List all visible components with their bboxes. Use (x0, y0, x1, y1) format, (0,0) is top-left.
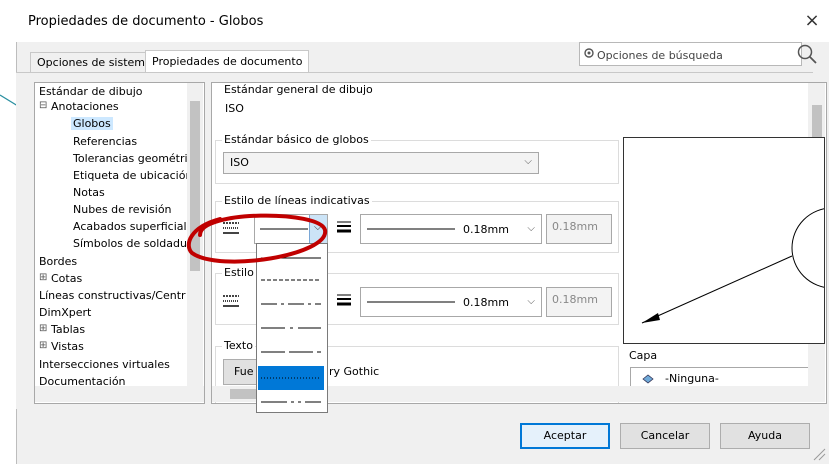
search-placeholder: Opciones de búsqueda (597, 49, 723, 62)
line-thickness-select[interactable]: 0.18mm ⌵ (360, 214, 542, 244)
tree-item-intersecciones[interactable]: Intersecciones virtuales (39, 358, 170, 371)
line-style-option[interactable] (258, 318, 324, 338)
window-title: Propiedades de documento - Globos (28, 14, 264, 29)
tree-item-etiqueta-ubicacion[interactable]: Etiqueta de ubicación (73, 169, 192, 182)
font-name: ry Gothic (329, 365, 380, 378)
annotation-ellipse (186, 213, 327, 264)
tab-opciones-sistema[interactable]: Opciones de sistema (30, 52, 159, 73)
chevron-down-icon: ⌵ (527, 296, 535, 307)
chevron-down-icon: ⌵ (527, 223, 535, 234)
base-standard-select[interactable]: ISO ⌵ (223, 152, 539, 174)
tree-item-dimxpert[interactable]: DimXpert (39, 306, 91, 319)
tree-item-simbolos-soldadura[interactable]: Símbolos de soldadur (73, 237, 191, 250)
expand-icon[interactable]: ⊞ (39, 272, 47, 283)
base-standard-label: Estándar básico de globos (222, 133, 371, 146)
custom-thickness-input[interactable]: 0.18mm (546, 214, 612, 244)
line-style-option[interactable] (258, 342, 324, 362)
resize-grip-icon[interactable] (812, 447, 826, 461)
general-standard-label: Estándar general de dibujo (222, 83, 375, 96)
layer-icon (642, 374, 654, 384)
tree-item-cotas[interactable]: Cotas (51, 272, 82, 285)
cancel-button[interactable]: Cancelar (620, 423, 710, 449)
frame-custom-thickness-value: 0.18mm (552, 293, 598, 306)
tree-item-referencias[interactable]: Referencias (73, 135, 137, 148)
tree-item-tolerancias[interactable]: Tolerancias geométrica (73, 152, 200, 165)
line-thickness-icon (337, 294, 351, 306)
tree-item-nubes-revision[interactable]: Nubes de revisión (73, 203, 172, 216)
preview-drawing (641, 207, 829, 324)
tree-item-anotaciones[interactable]: Anotaciones (51, 100, 119, 113)
close-icon[interactable]: × (800, 10, 824, 31)
tree-item-globos[interactable]: Globos (71, 117, 113, 130)
balloon-preview (623, 137, 829, 344)
expand-icon[interactable]: ⊞ (39, 340, 47, 351)
chevron-down-icon: ⌵ (524, 156, 532, 167)
tree-item-bordes[interactable]: Bordes (39, 255, 77, 268)
collapse-icon[interactable]: ⊟ (39, 100, 47, 111)
layer-value: -Ninguna- (665, 372, 719, 385)
tree-item-vistas[interactable]: Vistas (51, 340, 84, 353)
frame-custom-thickness-input[interactable]: 0.18mm (546, 287, 612, 317)
ok-button[interactable]: Aceptar (520, 423, 610, 449)
line-style-option[interactable] (258, 294, 324, 314)
gear-icon (584, 48, 594, 58)
tab-propiedades-documento[interactable]: Propiedades de documento (145, 50, 310, 73)
general-standard-value: ISO (225, 102, 244, 115)
line-style-icon (223, 295, 239, 307)
tree-item-notas[interactable]: Notas (73, 186, 105, 199)
tree-hscrollbar[interactable] (35, 386, 204, 402)
help-button[interactable]: Ayuda (720, 423, 810, 449)
expand-icon[interactable]: ⊞ (39, 323, 47, 334)
frame-thickness-select[interactable]: 0.18mm ⌵ (360, 287, 542, 317)
tree-item-tablas[interactable]: Tablas (51, 323, 85, 336)
base-standard-value: ISO (230, 156, 249, 169)
search-icon[interactable] (796, 43, 818, 65)
text-label: Texto (222, 339, 255, 352)
tree-item-estandar-dibujo[interactable]: Estándar de dibujo (39, 85, 142, 98)
frame-thickness-value: 0.18mm (463, 296, 509, 309)
layer-label: Capa (627, 349, 660, 362)
tree-item-lineas-constructivas[interactable]: Líneas constructivas/Centr (39, 289, 186, 302)
line-thickness-value: 0.18mm (463, 223, 509, 236)
line-style-option-selected[interactable] (258, 366, 324, 390)
custom-thickness-value: 0.18mm (552, 220, 598, 233)
line-style-option[interactable] (258, 392, 324, 412)
